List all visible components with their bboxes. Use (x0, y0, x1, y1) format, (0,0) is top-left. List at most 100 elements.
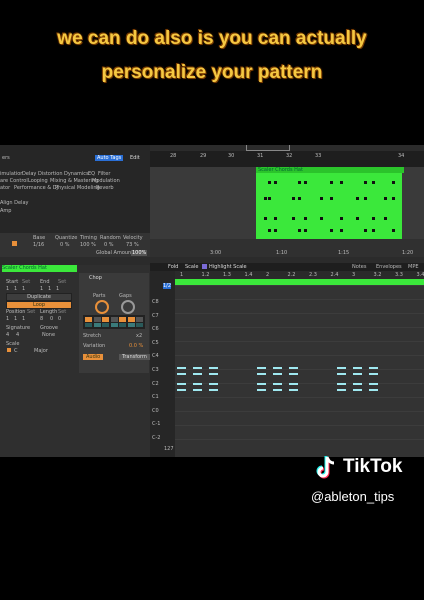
step-grid[interactable] (83, 315, 145, 329)
browser-item[interactable]: imulation (0, 171, 23, 177)
chop-select[interactable]: Chop (89, 275, 102, 281)
midi-ruler[interactable]: 1 1.2 1.3 1.4 2 2.2 2.3 2.4 3 3.2 3.3 3.4 (160, 271, 424, 279)
browser-item[interactable]: Filter (98, 171, 110, 177)
scale-mode-select[interactable]: Major (34, 348, 48, 354)
groove-velocity-value[interactable]: 73 % (126, 242, 139, 248)
browser-item[interactable]: ator (0, 185, 10, 191)
stretch-value[interactable]: x2 (136, 333, 142, 339)
midi-note[interactable] (209, 373, 218, 375)
midi-note[interactable] (209, 367, 218, 369)
signature-numerator[interactable]: 4 (6, 332, 9, 338)
note-grid[interactable] (175, 285, 424, 457)
end-value[interactable]: 1 (40, 286, 43, 292)
midi-note[interactable] (193, 383, 202, 385)
step-cell[interactable] (127, 317, 135, 322)
browser-item[interactable]: EQ (88, 171, 95, 177)
length-value[interactable]: 8 (40, 316, 43, 322)
browser-item[interactable]: Performance & DJ (14, 185, 58, 191)
step-cell[interactable] (127, 323, 135, 327)
arrangement-clip[interactable]: Scaler Chords Hat (256, 167, 404, 239)
groove-hotswap-icon[interactable] (12, 241, 17, 246)
midi-note[interactable] (353, 367, 362, 369)
audio-button[interactable]: Audio (83, 354, 104, 360)
edit-button[interactable]: Edit (130, 155, 140, 161)
midi-note[interactable] (289, 389, 298, 391)
piano-keys[interactable]: 1/2 127 C8 C7 C6 C5 C4 C3 C2 C1 C0 C-1 C-2 (150, 271, 175, 457)
start-value[interactable]: 1 (14, 286, 17, 292)
end-value[interactable]: 1 (48, 286, 51, 292)
groove-timing-value[interactable]: 100 % (80, 242, 96, 248)
midi-note[interactable] (337, 373, 346, 375)
global-amount-value[interactable]: 100% (131, 250, 148, 256)
gaps-knob[interactable] (121, 300, 135, 314)
position-value[interactable]: 1 (6, 316, 9, 322)
step-cell[interactable] (136, 317, 143, 322)
step-cell[interactable] (93, 317, 101, 322)
duplicate-button[interactable]: Duplicate (6, 293, 72, 301)
midi-note[interactable] (353, 389, 362, 391)
scale-button[interactable]: Scale (185, 264, 198, 270)
browser-item[interactable]: Dynamics (64, 171, 89, 177)
midi-note[interactable] (177, 389, 186, 391)
parts-knob[interactable] (95, 300, 109, 314)
midi-note[interactable] (353, 373, 362, 375)
start-set-button[interactable]: Set (22, 279, 30, 285)
step-cell[interactable] (85, 317, 92, 322)
end-value[interactable]: 1 (56, 286, 59, 292)
step-cell[interactable] (102, 323, 109, 327)
position-set-button[interactable]: Set (27, 309, 35, 315)
step-cell[interactable] (119, 323, 126, 327)
arrangement-ruler[interactable]: 28 29 30 31 32 33 34 (150, 145, 424, 167)
midi-note[interactable] (257, 373, 266, 375)
browser-item[interactable]: Amp (0, 208, 11, 214)
step-cell[interactable] (93, 323, 101, 327)
end-set-button[interactable]: Set (58, 279, 66, 285)
midi-note[interactable] (337, 389, 346, 391)
midi-note[interactable] (209, 383, 218, 385)
transform-button[interactable]: Transform (119, 354, 150, 360)
browser-item[interactable]: Physical Modeling (55, 185, 100, 191)
midi-note[interactable] (369, 367, 378, 369)
step-cell[interactable] (110, 323, 118, 327)
midi-note[interactable] (273, 383, 282, 385)
fold-button[interactable]: Fold (168, 264, 178, 270)
notes-tab[interactable]: Notes (352, 264, 366, 270)
midi-note[interactable] (177, 383, 186, 385)
variation-value[interactable]: 0.0 % (129, 343, 143, 349)
auto-tags-button[interactable]: Auto Tags (95, 155, 124, 161)
midi-note[interactable] (177, 373, 186, 375)
midi-note[interactable] (289, 383, 298, 385)
midi-note[interactable] (273, 367, 282, 369)
midi-note[interactable] (369, 389, 378, 391)
midi-note[interactable] (289, 373, 298, 375)
length-set-button[interactable]: Set (58, 309, 66, 315)
groove-base-value[interactable]: 1/16 (33, 242, 44, 248)
scale-toggle-icon[interactable] (7, 348, 11, 352)
midi-note[interactable] (353, 383, 362, 385)
start-value[interactable]: 1 (22, 286, 25, 292)
browser-item[interactable]: Delay (22, 171, 36, 177)
midi-note[interactable] (257, 367, 266, 369)
browser-item[interactable]: Looping (28, 178, 48, 184)
midi-note[interactable] (369, 373, 378, 375)
scale-root-select[interactable]: C (14, 348, 18, 354)
midi-note[interactable] (369, 383, 378, 385)
groove-select[interactable]: None (42, 332, 55, 338)
browser-item[interactable]: Distortion (38, 171, 63, 177)
midi-note[interactable] (209, 389, 218, 391)
groove-random-value[interactable]: 0 % (104, 242, 114, 248)
browser-item[interactable]: Align Delay (0, 200, 28, 206)
browser-item[interactable]: Modulation (92, 178, 120, 184)
midi-note[interactable] (273, 389, 282, 391)
length-value[interactable]: 0 (50, 316, 53, 322)
browser-item[interactable]: ers (2, 155, 10, 161)
fold-fraction[interactable]: 1/2 (163, 283, 172, 289)
loop-brace[interactable] (246, 145, 290, 151)
groove-quantize-value[interactable]: 0 % (60, 242, 70, 248)
midi-note[interactable] (337, 367, 346, 369)
midi-note[interactable] (177, 367, 186, 369)
midi-note[interactable] (193, 367, 202, 369)
envelopes-tab[interactable]: Envelopes (376, 264, 402, 270)
step-cell[interactable] (136, 323, 143, 327)
browser-item[interactable]: Reverb (96, 185, 114, 191)
